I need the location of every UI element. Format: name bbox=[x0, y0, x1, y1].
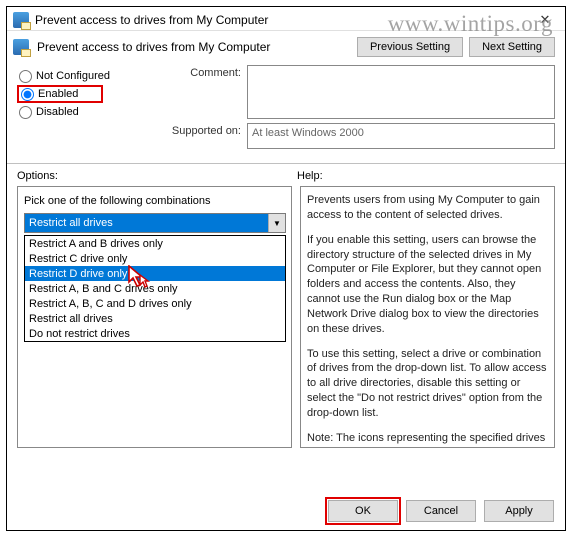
help-paragraph: To use this setting, select a drive or c… bbox=[307, 347, 548, 421]
help-panel: Prevents users from using My Computer to… bbox=[300, 186, 555, 448]
dropdown-item[interactable]: Restrict D drive only bbox=[25, 266, 285, 281]
radio-disabled-label: Disabled bbox=[36, 106, 79, 118]
previous-setting-button[interactable]: Previous Setting bbox=[357, 37, 463, 57]
pick-label: Pick one of the following combinations bbox=[24, 195, 285, 207]
dropdown-item[interactable]: Restrict A and B drives only bbox=[25, 236, 285, 251]
radio-not-configured[interactable]: Not Configured bbox=[17, 67, 157, 85]
header-row: Prevent access to drives from My Compute… bbox=[7, 31, 565, 61]
dropdown-item[interactable]: Restrict A, B and C drives only bbox=[25, 281, 285, 296]
ok-button[interactable]: OK bbox=[328, 500, 398, 522]
radio-enabled[interactable]: Enabled bbox=[17, 85, 103, 103]
window-title: Prevent access to drives from My Compute… bbox=[35, 13, 525, 27]
comment-label: Comment: bbox=[157, 65, 247, 79]
options-label: Options: bbox=[17, 170, 297, 182]
dropdown-item[interactable]: Restrict A, B, C and D drives only bbox=[25, 296, 285, 311]
policy-icon bbox=[13, 12, 29, 28]
supported-label: Supported on: bbox=[157, 123, 247, 137]
state-block: Not Configured Enabled Disabled Comment:… bbox=[7, 61, 565, 157]
help-paragraph: If you enable this setting, users can br… bbox=[307, 233, 548, 337]
apply-button[interactable]: Apply bbox=[484, 500, 554, 522]
dialog-window: Prevent access to drives from My Compute… bbox=[7, 7, 565, 530]
combinations-dropdown[interactable]: Restrict A and B drives only Restrict C … bbox=[24, 235, 286, 342]
combinations-combobox[interactable]: Restrict all drives ▼ bbox=[24, 213, 286, 233]
cancel-button[interactable]: Cancel bbox=[406, 500, 476, 522]
section-labels: Options: Help: bbox=[7, 164, 565, 184]
chevron-down-icon[interactable]: ▼ bbox=[268, 214, 285, 232]
dropdown-item[interactable]: Do not restrict drives bbox=[25, 326, 285, 341]
radio-enabled-input[interactable] bbox=[21, 88, 34, 101]
help-label: Help: bbox=[297, 170, 555, 182]
panels: Pick one of the following combinations R… bbox=[7, 184, 565, 448]
next-setting-button[interactable]: Next Setting bbox=[469, 37, 555, 57]
dropdown-item[interactable]: Restrict C drive only bbox=[25, 251, 285, 266]
footer-buttons: OK Cancel Apply bbox=[328, 500, 554, 522]
help-paragraph: Note: The icons representing the specifi… bbox=[307, 431, 548, 448]
supported-text: At least Windows 2000 bbox=[247, 123, 555, 149]
comment-textarea[interactable] bbox=[247, 65, 555, 119]
outer-frame: Prevent access to drives from My Compute… bbox=[6, 6, 566, 531]
help-paragraph: Prevents users from using My Computer to… bbox=[307, 193, 548, 223]
combobox-selected: Restrict all drives bbox=[25, 214, 268, 232]
state-radios: Not Configured Enabled Disabled bbox=[17, 65, 157, 153]
radio-not-configured-label: Not Configured bbox=[36, 70, 110, 82]
radio-disabled-input[interactable] bbox=[19, 106, 32, 119]
radio-enabled-label: Enabled bbox=[38, 88, 78, 100]
policy-icon bbox=[13, 39, 29, 55]
radio-not-configured-input[interactable] bbox=[19, 70, 32, 83]
options-panel: Pick one of the following combinations R… bbox=[17, 186, 292, 448]
dropdown-item[interactable]: Restrict all drives bbox=[25, 311, 285, 326]
close-button[interactable]: ✕ bbox=[525, 8, 565, 32]
policy-title: Prevent access to drives from My Compute… bbox=[37, 40, 270, 54]
radio-disabled[interactable]: Disabled bbox=[17, 103, 157, 121]
titlebar: Prevent access to drives from My Compute… bbox=[7, 7, 565, 31]
